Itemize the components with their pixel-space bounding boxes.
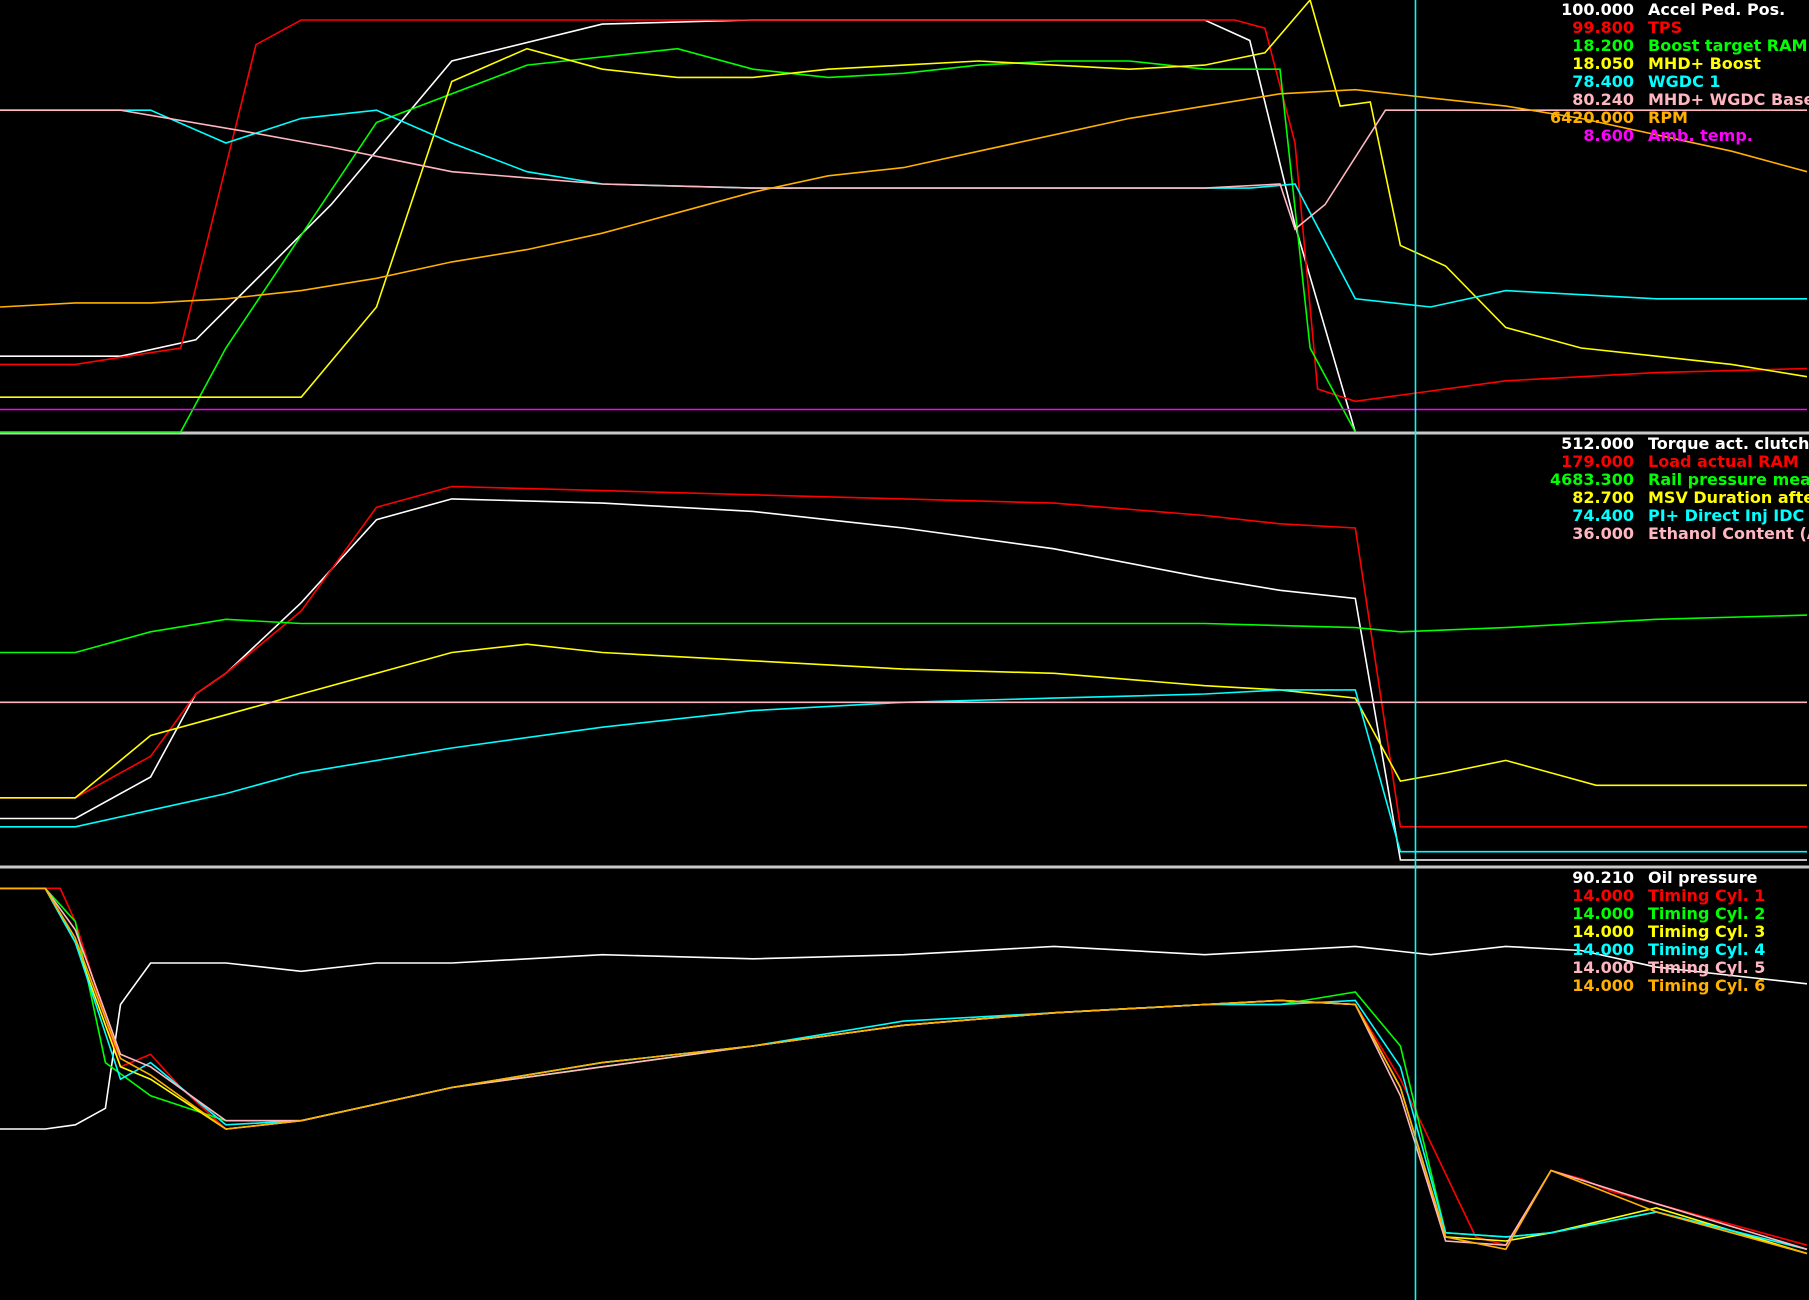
- legend-label: PI+ Direct Inj IDC: [1648, 506, 1804, 525]
- series-line-msv-duration-after-pi: [0, 643, 1807, 799]
- legend-label: Load actual RAM: [1648, 452, 1799, 471]
- legend-value: 78.400: [1572, 72, 1634, 91]
- legend-value: 4683.300: [1550, 470, 1634, 489]
- legend-value: 14.000: [1572, 904, 1634, 923]
- legend-label: Timing Cyl. 1: [1648, 886, 1765, 905]
- legend-panel-2: 512.000 Torque act. clutch 179.000 Load act…: [1550, 434, 1809, 543]
- legend-panel-1: 100.000 Accel Ped. Pos. 99.800 TPS 18.200 Boo…: [1550, 0, 1809, 145]
- legend-label: WGDC 1: [1648, 72, 1721, 91]
- series-line-tps: [0, 19, 1808, 403]
- legend-label: MHD+ Boost: [1648, 54, 1761, 73]
- series-line-torque-act-clutch: [0, 498, 1807, 861]
- legend-value: 18.200: [1572, 36, 1634, 55]
- legend-value: 18.050: [1572, 54, 1634, 73]
- series-line-timing-cyl-1: [0, 887, 1808, 1247]
- legend-label: RPM: [1648, 108, 1688, 127]
- series-line-mhd-boost: [0, 0, 1808, 399]
- series-line-load-actual-ram: [0, 485, 1807, 828]
- legend-value: 14.000: [1572, 922, 1634, 941]
- chart-panel-3: [0, 887, 1808, 1255]
- series-line-oil-pressure: [0, 945, 1808, 1130]
- chart-panel-1: [0, 0, 1808, 433]
- legend-value: 8.600: [1583, 126, 1634, 145]
- legend-value: 82.700: [1572, 488, 1634, 507]
- legend-value: 179.000: [1561, 452, 1634, 471]
- legend-value: 99.800: [1572, 18, 1634, 37]
- legend-label: Rail pressure mean 1: [1648, 470, 1809, 489]
- legend-label: Amb. temp.: [1648, 126, 1753, 145]
- series-line-wgdc-1: [0, 109, 1807, 308]
- legend-value: 14.000: [1572, 940, 1634, 959]
- chart-panel-2: [0, 485, 1808, 861]
- legend-value: 36.000: [1572, 524, 1634, 543]
- legend-value: 6420.000: [1550, 108, 1634, 127]
- legend-value: 80.240: [1572, 90, 1634, 109]
- legend-label: Timing Cyl. 6: [1648, 976, 1765, 995]
- series-line-timing-cyl-6: [0, 887, 1808, 1255]
- legend-label: Torque act. clutch: [1648, 434, 1809, 453]
- legend-label: Ethanol Content (Active): [1648, 524, 1809, 543]
- series-line-boost-target-ram: [0, 47, 1357, 433]
- legend-value: 100.000: [1561, 0, 1634, 19]
- series-line-rpm: [0, 88, 1808, 308]
- legend-label: Timing Cyl. 5: [1648, 958, 1765, 977]
- legend-label: Oil pressure: [1648, 868, 1758, 887]
- legend-value: 14.000: [1572, 958, 1634, 977]
- legend-label: Timing Cyl. 4: [1648, 940, 1765, 959]
- series-line-timing-cyl-2: [0, 887, 1808, 1255]
- series-line-accel-ped-pos: [0, 19, 1357, 433]
- legend-label: MSV Duration after PI: [1648, 488, 1809, 507]
- series-line-timing-cyl-3: [0, 887, 1808, 1255]
- series-line-rail-pressure-mean-1: [0, 614, 1808, 654]
- legend-value: 14.000: [1572, 976, 1634, 995]
- legend-value: 90.210: [1572, 868, 1634, 887]
- legend-label: Timing Cyl. 2: [1648, 904, 1765, 923]
- legend-label: Accel Ped. Pos.: [1648, 0, 1785, 19]
- legend-value: 512.000: [1561, 434, 1634, 453]
- legend-label: Boost target RAM: [1648, 36, 1807, 55]
- log-viewer-plot[interactable]: 100.000 Accel Ped. Pos. 99.800 TPS 18.200 Boo…: [0, 0, 1809, 1300]
- legend-value: 74.400: [1572, 506, 1634, 525]
- legend-label: MHD+ WGDC Base: [1648, 90, 1809, 109]
- legend-value: 14.000: [1572, 886, 1634, 905]
- legend-label: TPS: [1648, 18, 1682, 37]
- legend-panel-3: 90.210 Oil pressure 14.000 Timing Cyl. 1 14.…: [1572, 868, 1765, 995]
- legend-label: Timing Cyl. 3: [1648, 922, 1765, 941]
